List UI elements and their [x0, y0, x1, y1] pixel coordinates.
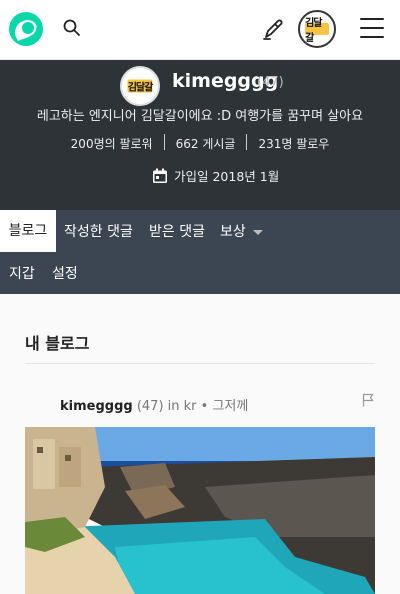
- post-author-name[interactable]: kimegggg: [60, 399, 133, 414]
- search-icon[interactable]: [62, 18, 82, 38]
- post-time[interactable]: • 그저께: [201, 399, 249, 414]
- tab-replies[interactable]: 받은 댓글: [149, 221, 205, 241]
- post-thumbnail[interactable]: [25, 427, 375, 594]
- following-count[interactable]: 231명 팔로우: [247, 135, 340, 152]
- posts-count: 662 게시글: [175, 137, 236, 151]
- tab-blog[interactable]: 블로그: [0, 210, 56, 252]
- user-avatar[interactable]: 김달갈: [298, 10, 336, 48]
- avatar-label: 김달갈: [305, 18, 322, 45]
- divider: [25, 363, 375, 364]
- followers-count[interactable]: 200명의 팔로워: [60, 135, 164, 152]
- post-community[interactable]: in kr: [168, 399, 197, 414]
- post-meta: kimegggg (47) in kr • 그저께: [60, 395, 248, 414]
- calendar-icon: [153, 168, 167, 183]
- profile-tabs: 블로그 작성한 댓글 받은 댓글 보상 지갑 설정: [0, 210, 400, 294]
- tab-rewards[interactable]: 보상: [220, 221, 263, 241]
- profile-avatar-label: 김달갈: [127, 82, 154, 94]
- hamburger-icon[interactable]: [360, 18, 384, 40]
- profile-avatar: 김달갈: [120, 66, 160, 106]
- tab-comments[interactable]: 작성한 댓글: [64, 221, 133, 241]
- flag-icon[interactable]: [362, 393, 374, 407]
- profile-about: 레고하는 엔지니어 김달갈이에요 :D 여행가를 꿈꾸며 살아요: [36, 109, 364, 124]
- section-title: 내 블로그: [25, 334, 90, 353]
- top-navbar: 김달갈: [0, 0, 400, 60]
- profile-stats: 200명의 팔로워 662 게시글 231명 팔로우: [0, 134, 400, 152]
- blog-content: 내 블로그 kimegggg (47) in kr • 그저께: [0, 294, 400, 594]
- chevron-down-icon: [252, 229, 263, 235]
- tab-wallet[interactable]: 지갑: [9, 263, 35, 283]
- post-author-reputation: (47): [136, 399, 164, 414]
- pen-icon[interactable]: [261, 16, 287, 42]
- steemit-logo-icon[interactable]: [8, 11, 44, 47]
- profile-reputation: (47): [257, 75, 284, 90]
- joined-date: 가입일 2018년 1월: [152, 166, 279, 185]
- profile-header: 김달갈 kimegggg (47) 레고하는 엔지니어 김달갈이에요 :D 여행…: [0, 60, 400, 210]
- tab-settings[interactable]: 설정: [52, 263, 78, 283]
- tab-rewards-label: 보상: [220, 224, 246, 240]
- joined-label: 가입일 2018년 1월: [174, 169, 280, 184]
